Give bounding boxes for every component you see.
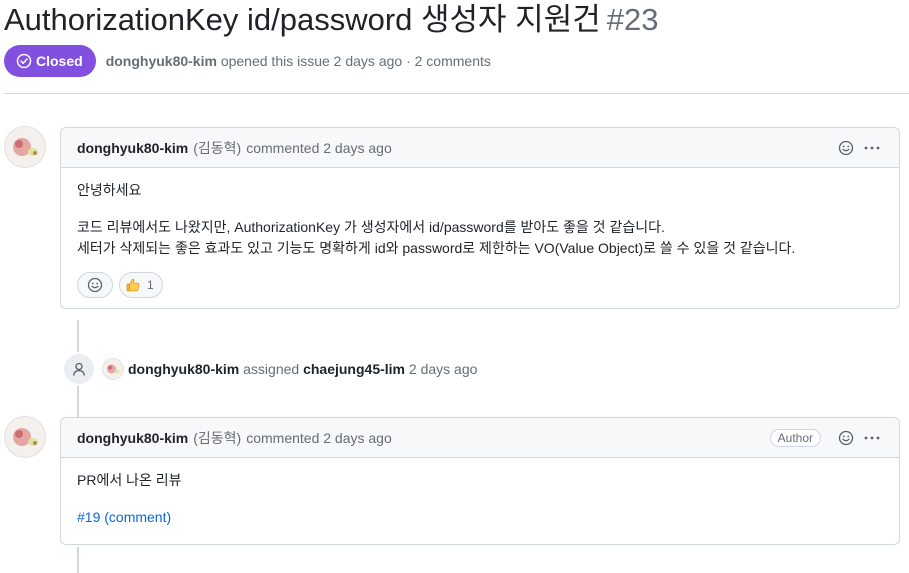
timeline-line bbox=[77, 385, 79, 417]
event-target[interactable]: chaejung45-lim bbox=[303, 361, 405, 377]
comment-time[interactable]: commented 2 days ago bbox=[246, 430, 392, 446]
person-icon bbox=[62, 352, 96, 386]
more-options-icon[interactable] bbox=[861, 137, 883, 159]
issue-opened-text: opened this issue 2 days ago · 2 comment… bbox=[220, 53, 491, 69]
comment-paragraph: PR에서 나온 리뷰 bbox=[77, 472, 182, 488]
issue-meta: Closed donghyuk80-kim opened this issue … bbox=[4, 45, 491, 77]
state-badge: Closed bbox=[4, 45, 96, 77]
comment-realname: (김동혁) bbox=[193, 429, 242, 446]
comment-line: 코드 리뷰에서도 나왔지만, AuthorizationKey 가 생성자에서 … bbox=[77, 219, 665, 235]
author-badge: Author bbox=[769, 428, 821, 447]
avatar-image bbox=[13, 428, 38, 446]
event-action: assigned bbox=[243, 361, 300, 377]
comment-header: donghyuk80-kim (김동혁) commented 2 days ag… bbox=[61, 418, 899, 458]
comment-author[interactable]: donghyuk80-kim bbox=[77, 430, 188, 446]
event-time[interactable]: 2 days ago bbox=[409, 361, 478, 377]
comment-time[interactable]: commented 2 days ago bbox=[246, 140, 392, 156]
header-divider bbox=[4, 93, 909, 94]
timeline-line bbox=[77, 547, 79, 573]
issue-title: AuthorizationKey id/password 생성자 지원건 #23 bbox=[4, 0, 658, 40]
event-actor[interactable]: donghyuk80-kim bbox=[128, 361, 239, 377]
event-avatar[interactable] bbox=[102, 358, 124, 380]
comment-body: 안녕하세요 코드 리뷰에서도 나왔지만, AuthorizationKey 가 … bbox=[61, 168, 899, 308]
reactions: 1 bbox=[77, 272, 883, 298]
thumbs-up-reaction[interactable]: 1 bbox=[119, 272, 163, 298]
thumbs-up-icon bbox=[126, 278, 140, 292]
issue-author-link[interactable]: donghyuk80-kim bbox=[106, 53, 217, 69]
comment-2: donghyuk80-kim (김동혁) commented 2 days ag… bbox=[60, 417, 900, 545]
comment-line: 세터가 삭제되는 좋은 효과도 있고 기능도 명확하게 id와 password… bbox=[77, 240, 796, 256]
avatar[interactable] bbox=[4, 416, 46, 458]
comment-author[interactable]: donghyuk80-kim bbox=[77, 140, 188, 156]
avatar[interactable] bbox=[4, 126, 46, 168]
issue-meta-text: donghyuk80-kim opened this issue 2 days … bbox=[106, 53, 491, 69]
event-text: donghyuk80-kim assigned chaejung45-lim 2… bbox=[128, 361, 477, 377]
assign-event: donghyuk80-kim assigned chaejung45-lim 2… bbox=[62, 352, 477, 386]
issue-number: #23 bbox=[606, 2, 659, 37]
smiley-icon bbox=[87, 277, 103, 293]
add-reaction-button[interactable] bbox=[77, 272, 113, 298]
timeline-line bbox=[77, 320, 79, 353]
comment-header: donghyuk80-kim (김동혁) commented 2 days ag… bbox=[61, 128, 899, 168]
comment-body: PR에서 나온 리뷰 #19 (comment) bbox=[61, 458, 899, 544]
comment-1: donghyuk80-kim (김동혁) commented 2 days ag… bbox=[60, 127, 900, 309]
add-reaction-icon[interactable] bbox=[835, 137, 857, 159]
comment-realname: (김동혁) bbox=[193, 139, 242, 156]
reaction-count: 1 bbox=[147, 277, 154, 292]
comment-paragraph: 안녕하세요 bbox=[77, 182, 142, 198]
closed-check-icon bbox=[16, 53, 32, 69]
more-options-icon[interactable] bbox=[861, 427, 883, 449]
comment-link[interactable]: #19 (comment) bbox=[77, 509, 171, 525]
issue-title-text: AuthorizationKey id/password 생성자 지원건 bbox=[4, 2, 601, 37]
avatar-image bbox=[13, 138, 38, 156]
add-reaction-icon[interactable] bbox=[835, 427, 857, 449]
state-label: Closed bbox=[36, 53, 83, 69]
